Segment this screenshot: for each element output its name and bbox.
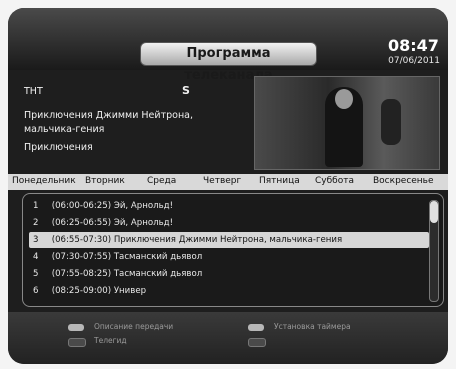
item-time: (06:25-06:55) xyxy=(51,218,112,228)
tv-guide-screen: Программа телеканала 08:47 07/06/2011 ТН… xyxy=(8,8,448,364)
item-number: 4 xyxy=(33,252,39,262)
list-item[interactable]: 6 (08:25-09:00) Универ xyxy=(29,283,429,299)
video-preview xyxy=(254,76,440,170)
list-item[interactable]: 2 (06:25-06:55) Эй, Арнольд! xyxy=(29,215,429,231)
list-item[interactable]: 5 (07:55-08:25) Тасманский дьявол xyxy=(29,266,429,282)
item-number: 6 xyxy=(33,286,39,296)
preview-face xyxy=(335,89,353,109)
program-info-panel: ТНТ S Приключения Джимми Нейтрона, мальч… xyxy=(14,74,254,170)
footer-legend: Описание передачи Телегид Установка тайм… xyxy=(8,312,448,364)
item-number: 5 xyxy=(33,269,39,279)
item-number: 3 xyxy=(33,235,39,245)
list-item-selected[interactable]: 3 (06:55-07:30) Приключения Джимми Нейтр… xyxy=(29,232,429,248)
yellow-key-icon xyxy=(248,324,264,331)
clock-time: 08:47 xyxy=(388,36,439,55)
tab-saturday[interactable]: Суббота xyxy=(315,176,354,186)
rating-symbol: S xyxy=(182,84,190,97)
scrollbar-thumb[interactable] xyxy=(430,201,438,223)
item-number: 1 xyxy=(33,201,39,211)
blue-key-icon xyxy=(248,338,266,347)
program-list: 1 (06:00-06:25) Эй, Арнольд! 2 (06:25-06… xyxy=(22,193,444,307)
description-line-1: Приключения Джимми Нейтрона, xyxy=(24,110,194,121)
red-key-icon xyxy=(68,324,84,331)
item-number: 2 xyxy=(33,218,39,228)
page-title: Программа телеканала xyxy=(140,42,317,83)
description-line-2: мальчика-гения xyxy=(24,124,105,135)
tab-thursday[interactable]: Четверг xyxy=(203,176,241,186)
item-title: Эй, Арнольд! xyxy=(113,201,174,211)
item-time: (08:25-09:00) xyxy=(51,286,112,296)
item-time: (06:55-07:30) xyxy=(51,235,112,245)
tab-tuesday[interactable]: Вторник xyxy=(85,176,125,186)
genre: Приключения xyxy=(24,142,93,153)
teletext-label: Телегид xyxy=(94,336,127,345)
preview-person-2 xyxy=(381,99,401,145)
timer-label: Установка таймера xyxy=(274,322,351,331)
item-title: Эй, Арнольд! xyxy=(113,218,174,228)
scrollbar[interactable] xyxy=(429,200,439,302)
list-item[interactable]: 1 (06:00-06:25) Эй, Арнольд! xyxy=(29,198,429,214)
tab-wednesday[interactable]: Среда xyxy=(147,176,176,186)
list-item[interactable]: 4 (07:30-07:55) Тасманский дьявол xyxy=(29,249,429,265)
header: Программа телеканала 08:47 07/06/2011 xyxy=(8,8,448,83)
tab-friday[interactable]: Пятница xyxy=(259,176,300,186)
item-title: Тасманский дьявол xyxy=(113,269,203,279)
day-tabs: Понедельник Вторник Среда Четверг Пятниц… xyxy=(8,174,448,190)
clock-date: 07/06/2011 xyxy=(388,56,440,66)
tab-sunday[interactable]: Воскресенье xyxy=(373,176,434,186)
item-title: Универ xyxy=(113,286,147,296)
channel-name: ТНТ xyxy=(24,86,43,97)
item-title: Приключения Джимми Нейтрона, мальчика-ге… xyxy=(113,235,343,245)
item-time: (07:30-07:55) xyxy=(51,252,112,262)
green-key-icon xyxy=(68,338,86,347)
description-label: Описание передачи xyxy=(94,322,174,331)
tab-monday[interactable]: Понедельник xyxy=(12,176,76,186)
item-time: (06:00-06:25) xyxy=(51,201,112,211)
item-time: (07:55-08:25) xyxy=(51,269,112,279)
item-title: Тасманский дьявол xyxy=(113,252,203,262)
